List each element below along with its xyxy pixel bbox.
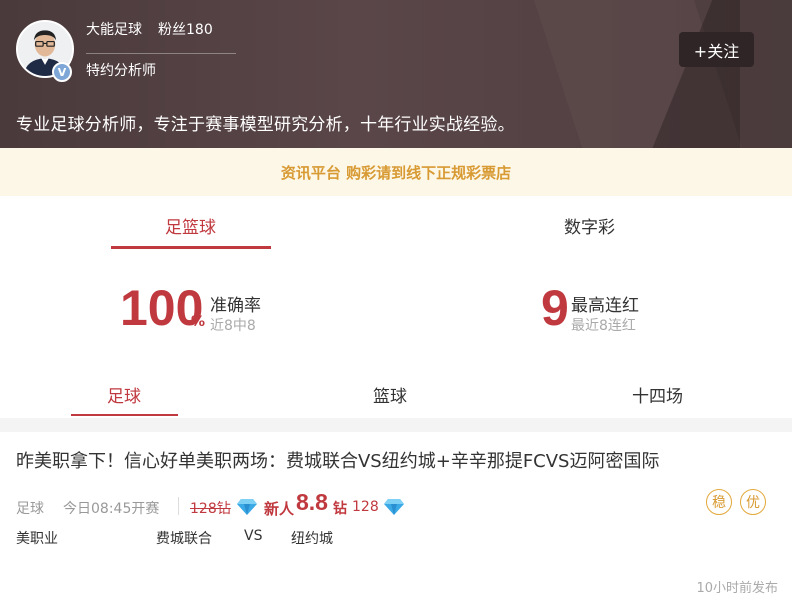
section-divider bbox=[0, 418, 792, 432]
newcomer-label: 新人 bbox=[264, 500, 295, 518]
tab-active-indicator bbox=[111, 246, 271, 249]
user-bio: 专业足球分析师，专注于赛事模型研究分析，十年行业实战经验。 bbox=[16, 115, 515, 135]
fans-count: 粉丝180 bbox=[158, 22, 213, 38]
meta-divider bbox=[178, 497, 179, 515]
profile-header: V 大能足球 粉丝180 特约分析师 +关注 专业足球分析师，专注于赛事模型研究… bbox=[0, 0, 792, 148]
away-team: 纽约城 bbox=[291, 531, 333, 547]
article-title[interactable]: 昨美职拿下！信心好单美职两场：费城联合VS纽约城+辛辛那提FCVS迈阿密国际 bbox=[16, 447, 659, 473]
accuracy-unit: % bbox=[191, 314, 206, 330]
notice-banner: 资讯平台 购彩请到线下正规彩票店 bbox=[0, 148, 792, 196]
username[interactable]: 大能足球 bbox=[86, 19, 142, 39]
stable-badge: 稳 bbox=[706, 489, 732, 515]
home-team: 费城联合 bbox=[156, 531, 212, 547]
diamond-icon bbox=[237, 499, 257, 515]
premium-badge: 优 bbox=[740, 489, 766, 515]
article-category: 足球 bbox=[16, 501, 44, 517]
subtab-active-indicator bbox=[71, 414, 178, 416]
streak-label: 最高连红 bbox=[571, 296, 639, 316]
newcomer-price-unit: 钻 bbox=[333, 501, 347, 517]
newcomer-price: 8.8 bbox=[296, 489, 328, 515]
divider bbox=[86, 53, 236, 54]
tab-football-basketball[interactable]: 足篮球 bbox=[165, 213, 216, 238]
follow-button[interactable]: +关注 bbox=[679, 32, 754, 67]
header-decoration bbox=[740, 0, 792, 148]
league-name: 美职业 bbox=[16, 531, 58, 547]
streak-value: 9 bbox=[541, 280, 569, 336]
tab-lottery-numbers[interactable]: 数字彩 bbox=[564, 213, 615, 238]
subtab-basketball[interactable]: 篮球 bbox=[373, 382, 407, 407]
original-price: 128钻 bbox=[190, 501, 231, 517]
versus-label: VS bbox=[244, 528, 263, 544]
publish-time: 10小时前发布 bbox=[696, 581, 778, 596]
streak-sub: 最近8连红 bbox=[571, 318, 636, 334]
subtab-football[interactable]: 足球 bbox=[107, 382, 141, 407]
subtab-fourteen-matches[interactable]: 十四场 bbox=[632, 382, 683, 407]
verified-badge-icon: V bbox=[52, 62, 72, 82]
user-role: 特约分析师 bbox=[86, 63, 156, 79]
diamond-icon bbox=[384, 499, 404, 515]
price-count: 128 bbox=[352, 499, 379, 515]
accuracy-label: 准确率 bbox=[210, 296, 261, 316]
match-time: 今日08:45开赛 bbox=[63, 501, 160, 517]
accuracy-sub: 近8中8 bbox=[210, 318, 256, 334]
